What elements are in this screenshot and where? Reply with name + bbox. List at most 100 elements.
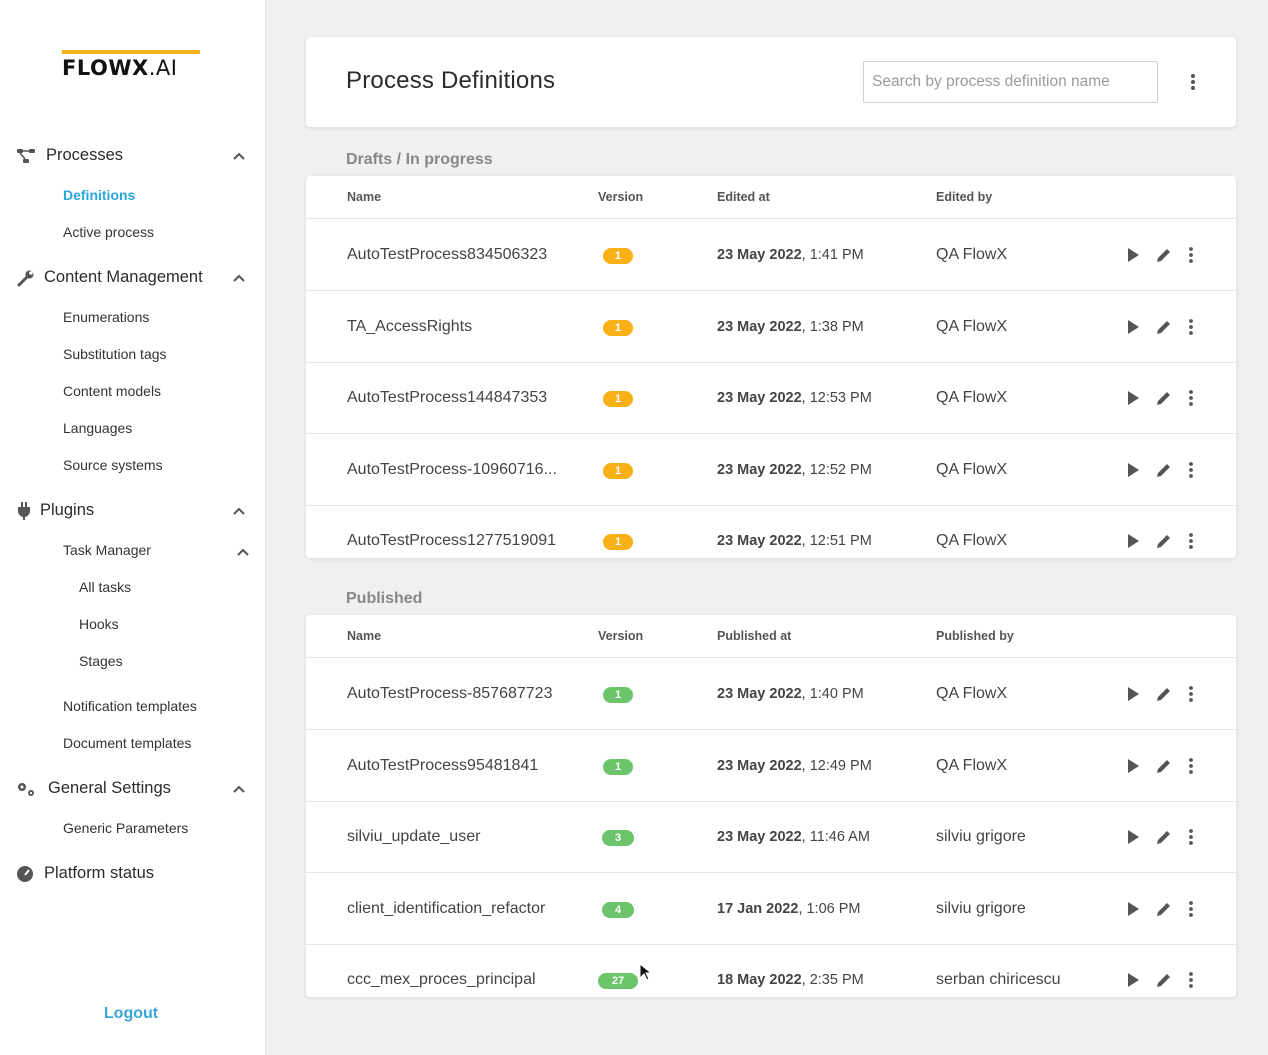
play-icon[interactable] (1125, 971, 1141, 989)
process-name[interactable]: ccc_mex_proces_principal (347, 971, 536, 989)
column-header-name[interactable]: Name (347, 629, 381, 643)
process-name[interactable]: silviu_update_user (347, 828, 480, 846)
process-name[interactable]: AutoTestProcess1277519091 (347, 532, 556, 550)
edit-icon[interactable] (1155, 828, 1171, 846)
play-icon[interactable] (1125, 246, 1141, 264)
column-header-name[interactable]: Name (347, 190, 381, 204)
edit-icon[interactable] (1155, 900, 1171, 918)
sidebar-item-source-systems[interactable]: Source systems (63, 457, 163, 473)
edited-date: 23 May 2022, 12:49 PM (717, 757, 872, 774)
nav-section-general-settings[interactable]: General Settings (0, 774, 266, 804)
more-vert-icon[interactable] (1184, 900, 1198, 918)
process-name[interactable]: AutoTestProcess834506323 (347, 246, 547, 264)
sidebar-item-content-models[interactable]: Content models (63, 383, 161, 399)
edited-date: 23 May 2022, 12:51 PM (717, 533, 872, 549)
process-name[interactable]: AutoTestProcess144847353 (347, 389, 547, 407)
sidebar-item-hooks[interactable]: Hooks (79, 616, 119, 632)
chevron-up-icon[interactable] (232, 149, 246, 163)
published-row[interactable]: AutoTestProcess-857687723 1 23 May 2022,… (306, 658, 1236, 730)
sidebar-item-task-manager[interactable]: Task Manager (63, 542, 151, 558)
edit-icon[interactable] (1155, 246, 1171, 264)
sidebar-item-languages[interactable]: Languages (63, 420, 132, 436)
draft-row[interactable]: AutoTestProcess834506323 1 23 May 2022, … (306, 219, 1236, 291)
play-icon[interactable] (1125, 389, 1141, 407)
sidebar-item-all-tasks[interactable]: All tasks (79, 579, 131, 595)
edit-icon[interactable] (1155, 461, 1171, 479)
edited-by: serban chiricescu (936, 971, 1061, 988)
play-icon[interactable] (1125, 900, 1141, 918)
sidebar-item-substitution-tags[interactable]: Substitution tags (63, 346, 167, 362)
process-name[interactable]: AutoTestProcess-857687723 (347, 685, 552, 703)
search-input[interactable] (863, 61, 1158, 103)
version-badge: 27 (598, 973, 638, 989)
play-icon[interactable] (1125, 461, 1141, 479)
more-vert-icon[interactable] (1184, 461, 1198, 479)
more-vert-icon[interactable] (1184, 828, 1198, 846)
edit-icon[interactable] (1155, 318, 1171, 336)
published-row[interactable]: client_identification_refactor 4 17 Jan … (306, 873, 1236, 945)
more-vert-icon[interactable] (1184, 318, 1198, 336)
published-row[interactable]: ccc_mex_proces_principal 27 18 May 2022,… (306, 944, 1236, 997)
nav-section-processes[interactable]: Processes (0, 141, 266, 171)
sidebar-item-stages[interactable]: Stages (79, 653, 123, 669)
edit-icon[interactable] (1155, 971, 1171, 989)
sidebar-item-generic-parameters[interactable]: Generic Parameters (63, 820, 188, 836)
process-name[interactable]: client_identification_refactor (347, 900, 545, 918)
edit-icon[interactable] (1155, 389, 1171, 407)
process-name[interactable]: AutoTestProcess-10960716... (347, 461, 557, 479)
column-header-published-by[interactable]: Published by (936, 629, 1014, 643)
version-badge: 1 (603, 758, 633, 775)
published-row[interactable]: silviu_update_user 3 23 May 2022, 11:46 … (306, 801, 1236, 873)
chevron-up-icon[interactable] (232, 504, 246, 518)
draft-row[interactable]: AutoTestProcess144847353 1 23 May 2022, … (306, 362, 1236, 434)
sidebar-item-active-process[interactable]: Active process (63, 224, 154, 240)
column-header-edited-by[interactable]: Edited by (936, 190, 992, 204)
draft-row[interactable]: TA_AccessRights 1 23 May 2022, 1:38 PM Q… (306, 291, 1236, 363)
edited-by: QA FlowX (936, 685, 1008, 702)
column-header-edited-at[interactable]: Edited at (717, 190, 770, 204)
flowx-logo[interactable]: FLOWX.AI (62, 50, 202, 82)
more-vert-icon[interactable] (1184, 389, 1198, 407)
edited-by: QA FlowX (936, 460, 1008, 478)
more-vert-icon[interactable] (1184, 532, 1198, 550)
draft-row[interactable]: AutoTestProcess-10960716... 1 23 May 202… (306, 434, 1236, 506)
column-header-version[interactable]: Version (598, 190, 643, 204)
play-icon[interactable] (1125, 685, 1141, 703)
chevron-up-icon[interactable] (232, 782, 246, 796)
column-header-version[interactable]: Version (598, 629, 643, 643)
sidebar-item-document-templates[interactable]: Document templates (63, 735, 191, 751)
more-vert-icon[interactable] (1186, 71, 1200, 93)
draft-row[interactable]: AutoTestProcess1277519091 1 23 May 2022,… (306, 505, 1236, 558)
column-header-published-at[interactable]: Published at (717, 629, 791, 643)
more-vert-icon[interactable] (1184, 757, 1198, 775)
edit-icon[interactable] (1155, 757, 1171, 775)
process-name[interactable]: TA_AccessRights (347, 318, 472, 336)
edited-by: QA FlowX (936, 756, 1008, 774)
drafts-table: Name Version Edited at Edited by AutoTes… (306, 176, 1236, 558)
chevron-up-icon[interactable] (236, 545, 250, 559)
play-icon[interactable] (1125, 757, 1141, 775)
logout-link[interactable]: Logout (0, 1005, 262, 1023)
sidebar-item-notification-templates[interactable]: Notification templates (63, 698, 197, 714)
sidebar-item-definitions[interactable]: Definitions (63, 187, 135, 203)
play-icon[interactable] (1125, 532, 1141, 550)
more-vert-icon[interactable] (1184, 971, 1198, 989)
process-name[interactable]: AutoTestProcess95481841 (347, 757, 538, 775)
nav-section-platform-status[interactable]: Platform status (0, 859, 266, 889)
edited-by: QA FlowX (936, 532, 1008, 549)
nav-section-content-management[interactable]: Content Management (0, 263, 266, 293)
chevron-up-icon[interactable] (232, 271, 246, 285)
published-row[interactable]: AutoTestProcess95481841 1 23 May 2022, 1… (306, 730, 1236, 802)
more-vert-icon[interactable] (1184, 685, 1198, 703)
play-icon[interactable] (1125, 828, 1141, 846)
play-icon[interactable] (1125, 318, 1141, 336)
edit-icon[interactable] (1155, 532, 1171, 550)
nav-section-plugins[interactable]: Plugins (0, 496, 266, 526)
table-header: Name Version Published at Published by (306, 615, 1236, 658)
edited-date: 23 May 2022, 12:52 PM (717, 461, 872, 478)
edit-icon[interactable] (1155, 685, 1171, 703)
sidebar-item-enumerations[interactable]: Enumerations (63, 309, 149, 325)
nav-section-label: General Settings (48, 779, 171, 797)
more-vert-icon[interactable] (1184, 246, 1198, 264)
gears-icon (18, 783, 34, 796)
